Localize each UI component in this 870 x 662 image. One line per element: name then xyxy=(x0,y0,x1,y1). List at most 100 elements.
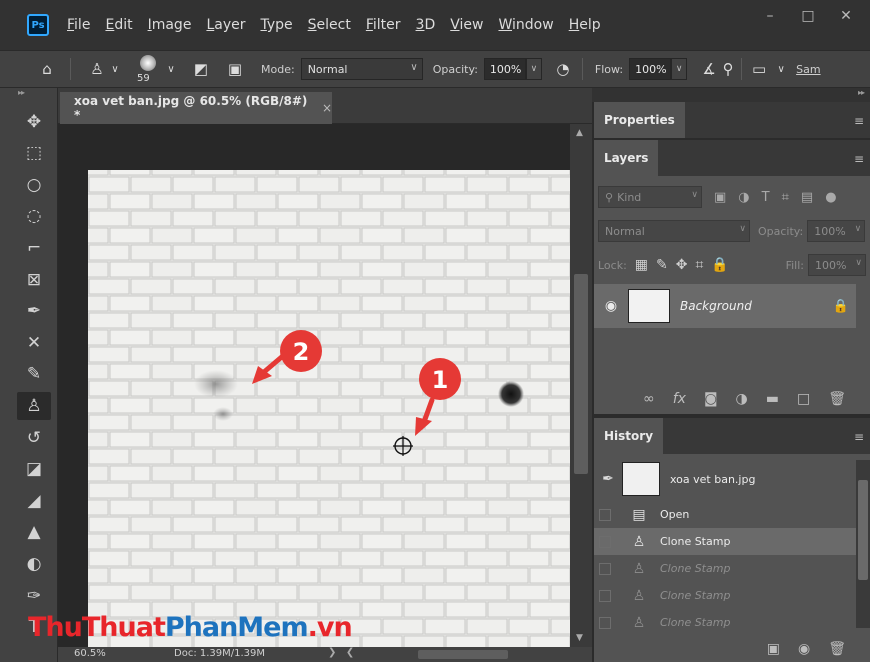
menu-3d[interactable]: 3D xyxy=(416,17,436,33)
history-brush-checkbox[interactable] xyxy=(599,616,611,629)
scroll-up-icon[interactable]: ▲ xyxy=(576,128,583,138)
pressure-opacity-icon[interactable]: ◔ xyxy=(552,60,574,78)
blend-mode-select[interactable]: Normal ∨ xyxy=(598,220,750,242)
paint-bucket-tool-icon[interactable]: ◢ xyxy=(17,487,51,515)
airbrush-icon[interactable]: ∡ xyxy=(699,60,719,78)
history-brush-tool-icon[interactable]: ↺ xyxy=(17,424,51,452)
brush-settings-icon[interactable]: ◩ xyxy=(189,60,213,78)
lock-artboard-icon[interactable]: ⌗ xyxy=(696,257,704,273)
chevron-down-icon[interactable]: ∨ xyxy=(774,64,788,75)
marquee-tool-icon[interactable]: ⬚ xyxy=(17,139,51,167)
trash-icon[interactable]: 🗑 xyxy=(828,391,846,407)
flow-input[interactable]: 100% xyxy=(629,58,672,80)
brush-tool-icon[interactable]: ✎ xyxy=(17,360,51,388)
document-tab[interactable]: xoa vet ban.jpg @ 60.5% (RGB/8#) * × xyxy=(60,92,332,124)
zoom-level[interactable]: 60.5% xyxy=(74,648,106,659)
layer-kind-filter[interactable]: ⚲ Kind ∨ xyxy=(598,186,702,208)
history-brush-checkbox[interactable] xyxy=(599,535,611,548)
history-brush-checkbox[interactable] xyxy=(599,508,611,521)
tab-history[interactable]: History xyxy=(594,418,664,454)
brush-size-picker[interactable]: 59 xyxy=(131,52,165,86)
history-item[interactable]: ♙ Clone Stamp xyxy=(594,582,856,609)
eraser-tool-icon[interactable]: ◪ xyxy=(17,455,51,483)
close-tab-icon[interactable]: × xyxy=(322,101,332,115)
close-icon[interactable]: ✕ xyxy=(830,4,862,28)
history-brush-source-icon[interactable]: ✒ xyxy=(596,471,620,487)
move-tool-icon[interactable]: ✥ xyxy=(17,108,51,136)
menu-type[interactable]: Type xyxy=(260,17,292,33)
maximize-icon[interactable]: □ xyxy=(792,4,824,28)
adjustment-layer-icon[interactable]: ◑ xyxy=(736,391,748,407)
group-folder-icon[interactable]: ▬ xyxy=(766,391,779,407)
clone-stamp-preset-icon[interactable]: ♙ xyxy=(85,60,109,78)
smart-object-filter-icon[interactable]: ▤ xyxy=(801,190,813,205)
mode-select[interactable]: Normal ∨ xyxy=(300,58,423,80)
menu-file[interactable]: File xyxy=(67,17,90,33)
menu-edit[interactable]: Edit xyxy=(105,17,132,33)
canvas-vertical-scrollbar[interactable]: ▲ ▼ xyxy=(570,124,592,647)
right-dock-collapse-handle[interactable]: ▸▸ xyxy=(592,88,870,102)
healing-brush-tool-icon[interactable]: ✕ xyxy=(17,329,51,357)
panel-collapse-handle[interactable]: ▸▸ xyxy=(0,88,57,104)
tab-properties[interactable]: Properties xyxy=(594,102,685,138)
filter-toggle-icon[interactable]: ● xyxy=(825,190,836,205)
pixel-filter-icon[interactable]: ▣ xyxy=(714,190,726,205)
search-icon[interactable]: ⚲ xyxy=(719,60,737,78)
lock-all-icon[interactable]: 🔒 xyxy=(711,257,728,273)
image-canvas[interactable]: 2 1 xyxy=(88,170,570,647)
clone-source-icon[interactable]: ▣ xyxy=(223,60,247,78)
trash-icon[interactable]: 🗑 xyxy=(828,641,846,657)
fill-input[interactable]: 100% ∨ xyxy=(808,254,866,276)
history-item[interactable]: ♙ Clone Stamp xyxy=(594,555,856,582)
layer-mask-icon[interactable]: ◙ xyxy=(704,391,718,407)
menu-select[interactable]: Select xyxy=(308,17,351,33)
link-layers-icon[interactable]: ∞ xyxy=(643,391,655,407)
panel-menu-icon[interactable]: ≡ xyxy=(854,430,864,444)
history-scrollbar[interactable] xyxy=(856,460,870,628)
chevron-down-icon[interactable]: ∨ xyxy=(109,64,121,75)
canvas-workspace[interactable]: 2 1 xyxy=(58,124,570,647)
tab-layers[interactable]: Layers xyxy=(594,140,659,176)
blur-tool-icon[interactable]: ▲ xyxy=(17,518,51,546)
history-scroll-thumb[interactable] xyxy=(858,480,868,580)
type-filter-icon[interactable]: T xyxy=(762,190,770,205)
doc-size-info[interactable]: Doc: 1.39M/1.39M xyxy=(174,648,265,659)
opacity-slider-toggle[interactable]: ∨ xyxy=(525,58,542,80)
lock-pixels-icon[interactable]: ✎ xyxy=(656,257,668,273)
history-item[interactable]: ♙ Clone Stamp xyxy=(594,609,856,636)
home-icon[interactable]: ⌂ xyxy=(32,60,62,78)
panel-menu-icon[interactable]: ≡ xyxy=(854,152,864,166)
pen-tool-icon[interactable]: ✑ xyxy=(17,582,51,610)
history-item[interactable]: ▤ Open xyxy=(594,501,856,528)
dodge-tool-icon[interactable]: ◐ xyxy=(17,550,51,578)
camera-snapshot-icon[interactable]: ◉ xyxy=(798,641,810,657)
flow-slider-toggle[interactable]: ∨ xyxy=(671,58,688,80)
new-document-from-state-icon[interactable]: ▣ xyxy=(767,641,780,657)
minimize-icon[interactable]: – xyxy=(754,4,786,28)
history-brush-checkbox[interactable] xyxy=(599,562,611,575)
status-arrow-icon[interactable]: ❯ ❮ xyxy=(328,647,354,658)
menu-layer[interactable]: Layer xyxy=(206,17,245,33)
aligned-icon[interactable]: ▭ xyxy=(748,60,770,78)
opacity-input[interactable]: 100% xyxy=(483,58,526,80)
panel-menu-icon[interactable]: ≡ xyxy=(854,114,864,128)
menu-window[interactable]: Window xyxy=(498,17,553,33)
crop-tool-icon[interactable]: ⌐ xyxy=(17,234,51,262)
clone-stamp-tool-icon[interactable]: ♙ xyxy=(17,391,51,420)
layer-row-background[interactable]: ◉ Background 🔒 xyxy=(594,284,856,328)
sample-label[interactable]: Sam xyxy=(796,63,820,76)
layer-opacity-input[interactable]: 100% ∨ xyxy=(807,220,866,242)
lock-transparency-icon[interactable]: ▦ xyxy=(635,257,648,273)
new-layer-icon[interactable]: □ xyxy=(797,391,810,407)
scroll-down-icon[interactable]: ▼ xyxy=(576,633,583,643)
menu-view[interactable]: View xyxy=(450,17,483,33)
chevron-down-icon[interactable]: ∨ xyxy=(165,64,177,75)
menu-help[interactable]: Help xyxy=(569,17,601,33)
lasso-tool-icon[interactable]: ○ xyxy=(17,171,51,199)
history-brush-checkbox[interactable] xyxy=(599,589,611,602)
lock-position-icon[interactable]: ✥ xyxy=(676,257,688,273)
scroll-thumb[interactable] xyxy=(574,274,588,474)
adjustment-filter-icon[interactable]: ◑ xyxy=(738,190,749,205)
history-snapshot[interactable]: ✒ xoa vet ban.jpg xyxy=(594,460,856,498)
fx-icon[interactable]: fx xyxy=(673,391,686,407)
